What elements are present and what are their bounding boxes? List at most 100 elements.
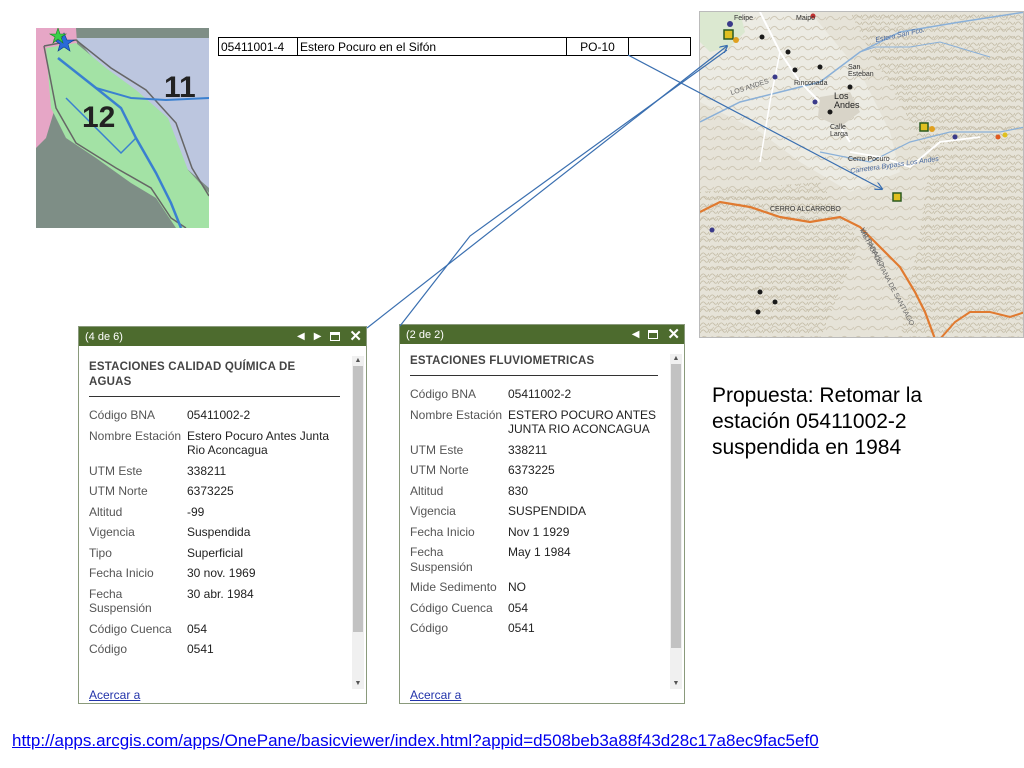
attribute-label: Altitud	[410, 483, 444, 498]
popup-scrollbar[interactable]: ▲ ▼	[352, 356, 364, 689]
scroll-thumb[interactable]	[671, 364, 681, 648]
station-id-cell: PO-10	[566, 37, 629, 56]
popup-header: (4 de 6) ◀ ▶ ✕	[79, 327, 366, 346]
basin-map-graphic	[36, 28, 209, 228]
zoom-to-link[interactable]: Acercar a	[89, 688, 140, 702]
attribute-value: May 1 1984	[508, 545, 571, 559]
attribute-row: Código 0541	[89, 639, 348, 660]
attribute-row: Código Cuenca 054	[89, 619, 348, 640]
attribute-label: UTM Norte	[89, 484, 148, 498]
place-label-cerro-pocuro: Cerro Pocuro	[848, 156, 890, 163]
table-row: 05411001-4 Estero Pocuro en el Sifón PO-…	[218, 37, 691, 56]
attribute-value: Nov 1 1929	[508, 524, 570, 539]
attribute-value: ESTERO POCURO ANTES JUNTA RIO ACONCAGUA	[508, 407, 657, 437]
attribute-label: Código Cuenca	[410, 600, 493, 615]
attribute-label: Código Cuenca	[89, 621, 172, 636]
attribute-label: Fecha Inicio	[410, 524, 475, 539]
attribute-value: NO	[508, 580, 526, 594]
attribute-row: UTM Este 338211	[410, 440, 666, 461]
slide: 11 12 05411001-4 Estero Pocuro en el Sif…	[0, 0, 1024, 768]
attribute-row: Código BNA 05411002-2	[89, 405, 348, 426]
attribute-row: Tipo Superficial	[89, 543, 348, 564]
attribute-value: 6373225	[508, 463, 555, 477]
attribute-row: Vigencia SUSPENDIDA	[410, 501, 666, 522]
attribute-value: SUSPENDIDA	[508, 504, 587, 518]
attribute-row: Nombre Estación ESTERO POCURO ANTES JUNTA…	[410, 405, 666, 440]
scroll-down-icon[interactable]: ▼	[670, 679, 682, 689]
place-label-calle-larga: Calle Larga	[830, 124, 848, 138]
zone-label-11: 11	[164, 71, 196, 104]
attribute-row: UTM Norte 6373225	[410, 460, 666, 481]
popup-scrollbar[interactable]: ▲ ▼	[670, 354, 682, 689]
place-label-rinconada: Rinconada	[794, 80, 828, 87]
popup-title: ESTACIONES FLUVIOMETRICAS	[410, 354, 658, 376]
attribute-label: Fecha Suspensión	[410, 545, 473, 574]
attribute-row: Fecha Suspensión 30 abr. 1984	[89, 584, 348, 619]
popup-fluviometric: (2 de 2) ◀ ✕ ESTACIONES FLUVIOMETRICAS C…	[399, 324, 685, 704]
connector-popup2-to-map	[399, 49, 728, 327]
attribute-table: Código BNA 05411002-2 Nombre Estación ESTER…	[410, 384, 666, 639]
attribute-label: Código	[89, 642, 128, 656]
scroll-down-icon[interactable]: ▼	[352, 679, 364, 689]
attribute-label: Mide Sedimento	[410, 580, 497, 594]
place-label-maipo: Maipo	[796, 15, 816, 22]
attribute-value: 054	[187, 621, 208, 636]
place-label-los-andes: Los Andes	[834, 91, 860, 110]
station-code-cell: 05411001-4	[218, 37, 298, 56]
next-record-icon[interactable]: ▶	[314, 331, 322, 342]
attribute-label: UTM Este	[89, 463, 143, 478]
attribute-row: Código BNA 05411002-2	[410, 384, 666, 405]
attribute-label: Fecha Suspensión	[89, 586, 152, 616]
terrain-map[interactable]: Felipe Maipo Estero San Fco. San Esteban…	[699, 11, 1024, 338]
attribute-value: -99	[187, 504, 205, 519]
close-icon[interactable]: ✕	[667, 327, 680, 342]
attribute-label: Código BNA	[89, 408, 156, 422]
proposal-text: Propuesta: Retomar la estación 05411002-…	[712, 384, 923, 459]
attribute-table: Código BNA 05411002-2 Nombre Estación Ester…	[89, 405, 348, 660]
prev-record-icon[interactable]: ◀	[297, 331, 305, 342]
attribute-label: UTM Este	[410, 442, 464, 457]
attribute-value: 338211	[187, 463, 227, 478]
connector-popup1-to-map	[366, 46, 727, 329]
close-icon[interactable]: ✕	[349, 329, 362, 344]
popup-content: ESTACIONES FLUVIOMETRICAS Código BNA 0541…	[410, 354, 666, 689]
popup-record-count: (4 de 6)	[85, 330, 123, 343]
attribute-row: Nombre Estación Estero Pocuro Antes Junta…	[89, 426, 348, 461]
attribute-label: Fecha Inicio	[89, 566, 154, 580]
maximize-icon[interactable]	[330, 332, 341, 341]
basin-map: 11 12	[36, 28, 209, 228]
popup-title: ESTACIONES CALIDAD QUÍMICA DE AGUAS	[89, 360, 340, 397]
prev-record-icon[interactable]: ◀	[632, 329, 640, 340]
attribute-label: Altitud	[89, 504, 123, 519]
attribute-row: UTM Norte 6373225	[89, 481, 348, 502]
attribute-label: Código	[410, 621, 449, 635]
attribute-row: Altitud 830	[410, 481, 666, 502]
attribute-value: 30 nov. 1969	[187, 566, 256, 580]
attribute-row: UTM Este 338211	[89, 461, 348, 482]
attribute-value: Superficial	[187, 545, 244, 560]
attribute-value: Estero Pocuro Antes Junta Rio Aconcagua	[187, 428, 330, 458]
popup-content: ESTACIONES CALIDAD QUÍMICA DE AGUAS Códi…	[89, 356, 348, 689]
attribute-value: 0541	[187, 642, 214, 656]
attribute-value: 05411002-2	[508, 387, 572, 401]
scroll-up-icon[interactable]: ▲	[352, 356, 364, 366]
attribute-row: Fecha Suspensión May 1 1984	[410, 542, 666, 577]
attribute-label: Tipo	[89, 545, 112, 560]
attribute-row: Fecha Inicio 30 nov. 1969	[89, 563, 348, 584]
scroll-up-icon[interactable]: ▲	[670, 354, 682, 364]
popup-header: (2 de 2) ◀ ✕	[400, 325, 684, 344]
attribute-value: 30 abr. 1984	[187, 586, 254, 601]
scroll-thumb[interactable]	[353, 366, 363, 632]
source-url-link[interactable]: http://apps.arcgis.com/apps/OnePane/basi…	[12, 731, 819, 751]
terrain-map-graphic	[700, 12, 1023, 337]
attribute-row: Mide Sedimento NO	[410, 577, 666, 598]
zone-label-12: 12	[82, 101, 116, 134]
zoom-to-link[interactable]: Acercar a	[410, 688, 461, 702]
attribute-row: Código 0541	[410, 618, 666, 639]
attribute-value: 054	[508, 600, 529, 615]
maximize-icon[interactable]	[648, 330, 659, 339]
station-name-cell: Estero Pocuro en el Sifón	[297, 37, 567, 56]
attribute-value: 05411002-2	[187, 408, 251, 422]
attribute-value: 830	[508, 483, 529, 498]
attribute-label: Vigencia	[89, 525, 135, 539]
